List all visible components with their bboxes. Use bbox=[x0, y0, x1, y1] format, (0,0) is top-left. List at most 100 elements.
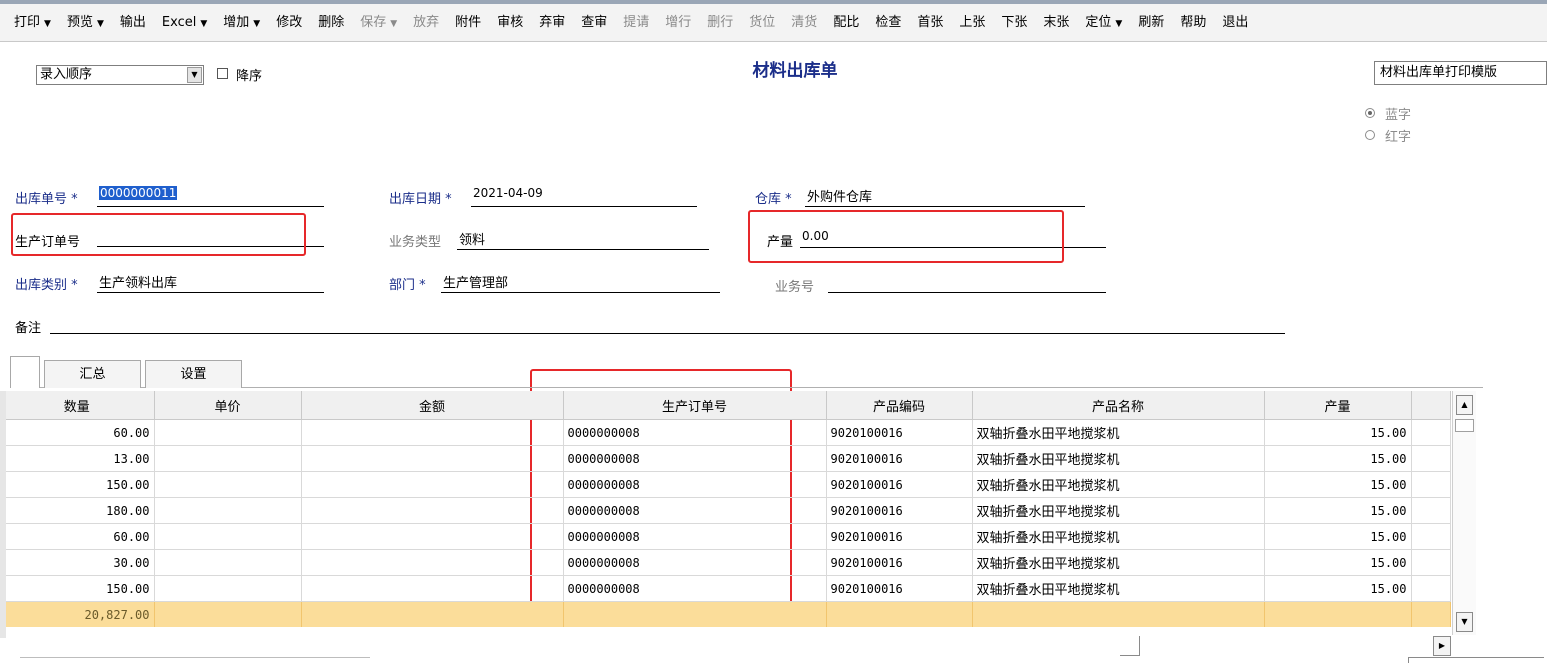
table-cell[interactable]: 15.00 bbox=[1264, 471, 1412, 498]
chevron-down-icon[interactable]: ▼ bbox=[1115, 19, 1122, 29]
toolbar-button-4[interactable]: 增加 ▼ bbox=[215, 11, 268, 35]
table-row[interactable]: 60.00 0000000008 9020100016 双轴折叠水田平地搅浆机 15.0… bbox=[0, 523, 1451, 550]
table-cell[interactable]: 9020100016 bbox=[826, 445, 973, 472]
warehouse-field[interactable]: 外购件仓库 bbox=[807, 186, 872, 205]
chevron-down-icon[interactable]: ▼ bbox=[200, 19, 207, 29]
toolbar-button-19[interactable]: 检查 bbox=[867, 11, 909, 35]
table-cell[interactable] bbox=[301, 419, 564, 446]
column-header[interactable]: 单价 bbox=[154, 391, 302, 420]
column-header[interactable]: 金额 bbox=[301, 391, 564, 420]
total-row[interactable]: 20,827.00 bbox=[0, 601, 1451, 627]
table-cell[interactable] bbox=[301, 523, 564, 550]
table-cell[interactable] bbox=[301, 497, 564, 524]
table-row[interactable]: 13.00 0000000008 9020100016 双轴折叠水田平地搅浆机 15.0… bbox=[0, 445, 1451, 472]
table-cell[interactable]: 9020100016 bbox=[826, 471, 973, 498]
table-cell[interactable]: 0000000008 bbox=[563, 497, 827, 524]
sort-order-select[interactable]: 录入顺序 ▼ bbox=[36, 65, 204, 85]
table-cell[interactable] bbox=[301, 575, 564, 602]
table-cell[interactable]: 9020100016 bbox=[826, 497, 973, 524]
chevron-down-icon[interactable]: ▼ bbox=[187, 67, 202, 83]
toolbar-button-0[interactable]: 打印 ▼ bbox=[6, 11, 59, 35]
table-cell[interactable] bbox=[301, 471, 564, 498]
table-cell[interactable] bbox=[972, 601, 1265, 627]
table-cell[interactable] bbox=[301, 601, 564, 627]
toolbar-button-1[interactable]: 预览 ▼ bbox=[59, 11, 112, 35]
business-type-field[interactable]: 领料 bbox=[459, 229, 485, 248]
table-cell[interactable]: 双轴折叠水田平地搅浆机 bbox=[972, 575, 1265, 602]
table-cell[interactable] bbox=[154, 575, 302, 602]
table-cell[interactable] bbox=[301, 445, 564, 472]
toolbar-button-25[interactable]: 刷新 bbox=[1130, 11, 1172, 35]
toolbar-button-15[interactable]: 删行 bbox=[699, 11, 741, 35]
tab-settings[interactable]: 设置 bbox=[145, 360, 242, 388]
chevron-down-icon[interactable]: ▼ bbox=[253, 19, 260, 29]
table-cell[interactable] bbox=[154, 419, 302, 446]
table-cell[interactable]: 15.00 bbox=[1264, 497, 1412, 524]
table-cell[interactable]: 15.00 bbox=[1264, 549, 1412, 576]
toolbar-button-23[interactable]: 末张 bbox=[1035, 11, 1077, 35]
toolbar-button-9[interactable]: 附件 bbox=[447, 11, 489, 35]
table-cell[interactable]: 双轴折叠水田平地搅浆机 bbox=[972, 445, 1265, 472]
column-header[interactable]: 产品名称 bbox=[972, 391, 1265, 420]
outbound-date-field[interactable]: 2021-04-09 bbox=[473, 186, 543, 200]
toolbar-button-3[interactable]: Excel ▼ bbox=[154, 11, 215, 35]
column-header[interactable]: 产量 bbox=[1264, 391, 1412, 420]
table-cell[interactable] bbox=[154, 601, 302, 627]
table-cell[interactable]: 9020100016 bbox=[826, 575, 973, 602]
table-cell[interactable]: 13.00 bbox=[0, 445, 155, 472]
table-cell[interactable] bbox=[154, 549, 302, 576]
table-cell[interactable]: 0000000008 bbox=[563, 471, 827, 498]
tab-detail[interactable] bbox=[10, 356, 40, 388]
toolbar-button-17[interactable]: 清货 bbox=[783, 11, 825, 35]
table-cell[interactable]: 双轴折叠水田平地搅浆机 bbox=[972, 419, 1265, 446]
column-header[interactable]: 产品编码 bbox=[826, 391, 973, 420]
outbound-no-field[interactable]: 0000000011 bbox=[99, 186, 178, 200]
table-cell[interactable]: 150.00 bbox=[0, 471, 155, 498]
toolbar-button-20[interactable]: 首张 bbox=[909, 11, 951, 35]
outbound-type-field[interactable]: 生产领料出库 bbox=[99, 272, 177, 291]
table-cell[interactable]: 双轴折叠水田平地搅浆机 bbox=[972, 497, 1265, 524]
table-cell[interactable]: 20,827.00 bbox=[0, 601, 155, 627]
table-row[interactable]: 60.00 0000000008 9020100016 双轴折叠水田平地搅浆机 15.0… bbox=[0, 419, 1451, 446]
table-cell[interactable]: 9020100016 bbox=[826, 523, 973, 550]
table-cell[interactable] bbox=[154, 471, 302, 498]
toolbar-button-14[interactable]: 增行 bbox=[657, 11, 699, 35]
toolbar-button-5[interactable]: 修改 bbox=[268, 11, 310, 35]
column-header[interactable]: 数量 bbox=[0, 391, 155, 420]
table-cell[interactable]: 9020100016 bbox=[826, 549, 973, 576]
scroll-thumb[interactable] bbox=[1455, 419, 1474, 432]
table-cell[interactable] bbox=[154, 445, 302, 472]
toolbar-button-18[interactable]: 配比 bbox=[825, 11, 867, 35]
table-cell[interactable]: 15.00 bbox=[1264, 419, 1412, 446]
toolbar-button-11[interactable]: 弃审 bbox=[531, 11, 573, 35]
table-cell[interactable]: 0000000008 bbox=[563, 445, 827, 472]
table-cell[interactable] bbox=[563, 601, 827, 627]
chevron-down-icon[interactable]: ▼ bbox=[44, 19, 51, 29]
table-cell[interactable]: 0000000008 bbox=[563, 523, 827, 550]
table-cell[interactable]: 0000000008 bbox=[563, 549, 827, 576]
toolbar-button-27[interactable]: 退出 bbox=[1214, 11, 1256, 35]
table-cell[interactable] bbox=[301, 549, 564, 576]
toolbar-button-21[interactable]: 上张 bbox=[951, 11, 993, 35]
chevron-down-icon[interactable]: ▼ bbox=[97, 19, 104, 29]
table-cell[interactable] bbox=[154, 523, 302, 550]
toolbar-button-16[interactable]: 货位 bbox=[741, 11, 783, 35]
table-cell[interactable]: 30.00 bbox=[0, 549, 155, 576]
vertical-scrollbar[interactable]: ▲ ▼ bbox=[1452, 391, 1476, 635]
toolbar-button-12[interactable]: 查审 bbox=[573, 11, 615, 35]
toolbar-button-7[interactable]: 保存 ▼ bbox=[352, 11, 405, 35]
chevron-down-icon[interactable]: ▼ bbox=[390, 19, 397, 29]
table-cell[interactable]: 60.00 bbox=[0, 523, 155, 550]
table-cell[interactable] bbox=[154, 497, 302, 524]
scroll-up-icon[interactable]: ▲ bbox=[1456, 395, 1473, 415]
toolbar-button-24[interactable]: 定位 ▼ bbox=[1077, 11, 1130, 35]
table-cell[interactable] bbox=[826, 601, 973, 627]
table-cell[interactable]: 60.00 bbox=[0, 419, 155, 446]
print-template-select[interactable]: 材料出库单打印模版 bbox=[1374, 61, 1547, 85]
output-qty-field[interactable]: 0.00 bbox=[802, 229, 829, 243]
table-cell[interactable] bbox=[1264, 601, 1412, 627]
red-radio[interactable] bbox=[1365, 130, 1375, 140]
table-cell[interactable]: 150.00 bbox=[0, 575, 155, 602]
department-field[interactable]: 生产管理部 bbox=[443, 272, 508, 291]
toolbar-button-26[interactable]: 帮助 bbox=[1172, 11, 1214, 35]
